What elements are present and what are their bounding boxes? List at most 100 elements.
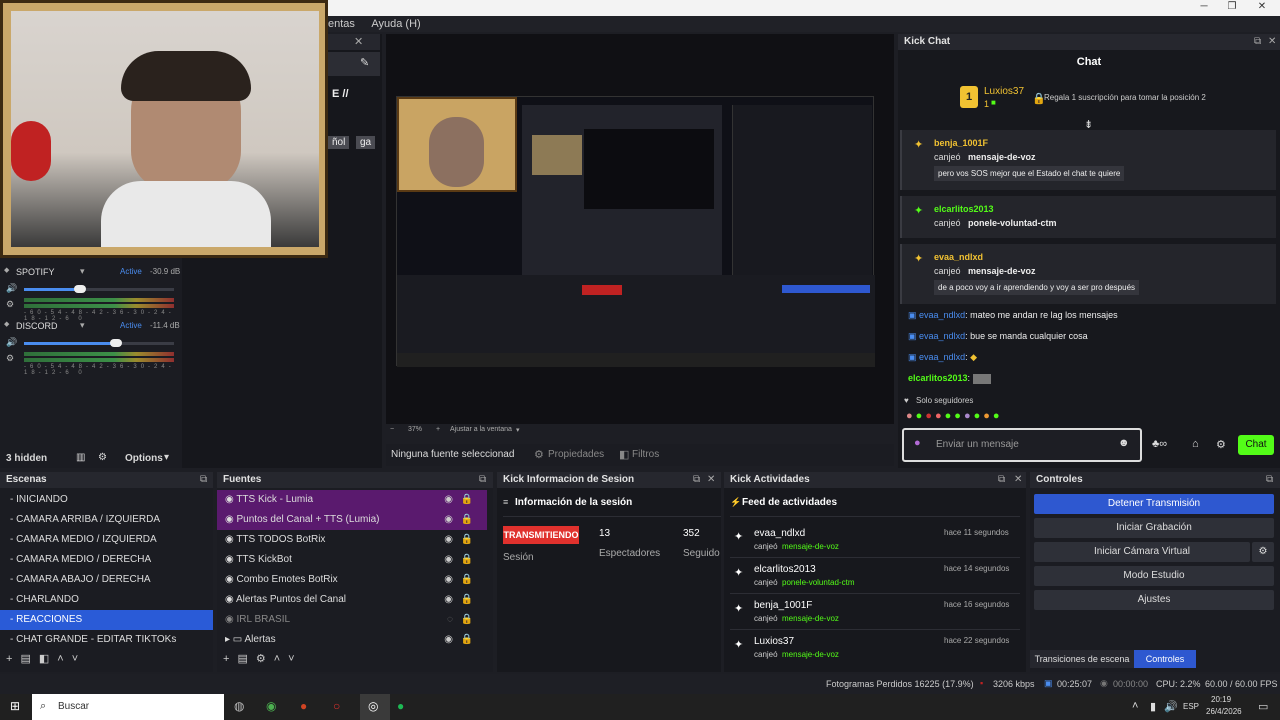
mic-tray-icon[interactable]: ▮ [1150,700,1156,713]
volume-slider[interactable] [24,342,174,345]
settings-small-icon[interactable]: ⚙ [6,299,14,310]
gear-icon[interactable]: ⚙ [1216,438,1226,451]
edit-icon[interactable]: ✎ [360,56,369,69]
start-recording-button[interactable]: Iniciar Grabación [1034,518,1274,538]
tab-transitions[interactable]: Transiciones de escena [1030,650,1134,668]
redeem-user[interactable]: evaa_ndlxd [934,252,983,262]
chevron-up-icon[interactable]: ˄ [1132,700,1138,712]
scene-item[interactable]: - CAMARA MEDIO / IZQUIERDA [0,530,213,550]
powerpoint-icon[interactable]: ● [300,699,307,713]
eye-hidden-icon[interactable]: ◌ [447,610,453,630]
mic-icon[interactable]: ● [914,437,921,449]
eye-icon[interactable]: ◉ [444,510,453,530]
menu-herramientas[interactable]: entas [328,18,355,30]
clock-time[interactable]: 20:19 [1211,695,1231,704]
emote-icon[interactable]: ● [993,410,1003,422]
emote-icon[interactable]: ● [906,410,916,422]
speaker-icon[interactable]: 🔊 [6,337,17,348]
close-icon[interactable]: ✕ [1014,472,1022,488]
zoom-plus[interactable]: + [436,426,440,433]
source-item[interactable]: ◉ IRL BRASIL ◌ 🔒 [217,610,487,630]
filter-icon[interactable]: ◧ [619,448,629,461]
settings-button[interactable]: Ajustes [1034,590,1274,610]
arrow-down-icon[interactable]: ˅ [288,653,302,665]
float-icon[interactable]: ⧉ [479,472,486,488]
emote-icon[interactable]: ● [925,410,935,422]
virtual-camera-button[interactable]: Iniciar Cámara Virtual [1034,542,1250,562]
tab-controls[interactable]: Controles [1134,650,1196,668]
emoji-icon[interactable]: ☻ [1118,437,1130,449]
add-icon[interactable]: + [6,653,20,665]
send-chat-button[interactable]: Chat [1238,435,1274,455]
volume-icon[interactable]: 🔊 [1164,700,1178,713]
source-item[interactable]: ◉ Combo Emotes BotRix ◉ 🔒 [217,570,487,590]
scene-item[interactable]: - CAMARA ARRIBA / IZQUIERDA [0,510,213,530]
opera-icon[interactable]: ○ [333,699,340,713]
eye-icon[interactable]: ◉ [444,530,453,550]
eye-icon[interactable]: ◉ [444,570,453,590]
chat-user[interactable]: evaa_ndlxd [919,331,965,341]
scene-item[interactable]: - CHARLANDO [0,590,213,610]
spotify-icon[interactable]: ● [397,699,404,713]
menu-ayuda[interactable]: Ayuda (H) [371,18,420,30]
chat-user[interactable]: evaa_ndlxd [919,352,965,362]
arrow-down-icon[interactable]: ˅ [72,653,86,665]
windows-start-icon[interactable]: ⊞ [10,699,20,713]
float-icon[interactable]: ⧉ [998,472,1005,488]
chevron-down-icon[interactable]: ▾ [80,266,85,277]
arrow-up-icon[interactable]: ˄ [274,653,288,665]
redeem-user[interactable]: elcarlitos2013 [934,204,994,214]
store-icon[interactable]: ⌂ [1192,438,1199,450]
minimize-icon[interactable]: ─ [1192,1,1216,12]
lock-icon[interactable]: 🔒 [461,510,473,530]
gear-icon[interactable]: ⚙ [534,448,544,461]
trash-icon[interactable]: ▤ [20,653,38,665]
filters-button[interactable]: Filtros [632,449,659,460]
options-button[interactable]: Options [125,453,163,464]
emote-icon[interactable]: ● [983,410,993,422]
add-icon[interactable]: + [223,653,237,665]
studio-mode-button[interactable]: Modo Estudio [1034,566,1274,586]
emote-icon[interactable]: ● [916,410,926,422]
emote-icon[interactable]: ● [964,410,974,422]
close-icon[interactable]: ✕ [707,472,715,488]
lock-icon[interactable]: 🔒 [461,490,473,510]
lock-icon[interactable]: 🔒 [461,530,473,550]
close-icon[interactable]: ✕ [1250,1,1274,12]
taskbar-search[interactable]: ⌕ Buscar [32,694,224,720]
trash-icon[interactable]: ▤ [237,653,255,665]
volume-handle[interactable] [110,339,122,347]
settings-small-icon[interactable]: ⚙ [6,353,14,364]
fit-window[interactable]: Ajustar a la ventana [450,426,512,433]
tag-chip[interactable]: ñol [328,136,350,149]
chat-user[interactable]: elcarlitos2013 [908,373,968,383]
stop-stream-button[interactable]: Detener Transmisión [1034,494,1274,514]
float-icon[interactable]: ⧉ [693,472,700,488]
emote-icon[interactable]: ● [945,410,955,422]
float-icon[interactable]: ⧉ [1254,34,1261,50]
chat-input[interactable]: ● Enviar un mensaje ☻ [902,428,1142,462]
eye-icon[interactable]: ◉ [444,630,453,650]
gear-icon[interactable]: ⚙ [1252,542,1274,562]
restore-icon[interactable]: ❐ [1220,1,1244,12]
arrow-up-icon[interactable]: ˄ [57,653,71,665]
lock-icon[interactable]: 🔒 [461,610,473,630]
source-item[interactable]: ◉ Alertas Puntos del Canal ◉ 🔒 [217,590,487,610]
source-group[interactable]: ▸ ▭ Alertas ◉ 🔒 [217,630,487,650]
lock-icon[interactable]: 🔒 [461,630,473,650]
emote-icon[interactable]: ● [935,410,945,422]
app-icon[interactable]: ◍ [234,699,244,713]
scene-item-selected[interactable]: - REACCIONES [0,610,213,630]
top-gifter-name[interactable]: Luxios37 [984,86,1024,97]
scene-item[interactable]: - CHAT GRANDE - EDITAR TIKTOKs [0,630,213,650]
filter-icon[interactable]: ◧ [39,653,57,665]
zoom-minus[interactable]: − [390,426,394,433]
tag-chip[interactable]: ga [356,136,376,149]
source-item[interactable]: ◉ Puntos del Canal + TTS (Lumia) ◉ 🔒 [217,510,487,530]
source-item[interactable]: ◉ TTS Kick - Lumia ◉ 🔒 [217,490,487,510]
eye-icon[interactable]: ◉ [444,590,453,610]
scene-item[interactable]: - CAMARA ABAJO / DERECHA [0,570,213,590]
emote-icon[interactable]: ● [974,410,984,422]
obs-taskbar-button[interactable]: ◎ [360,694,390,720]
lock-icon[interactable]: 🔒 [461,550,473,570]
